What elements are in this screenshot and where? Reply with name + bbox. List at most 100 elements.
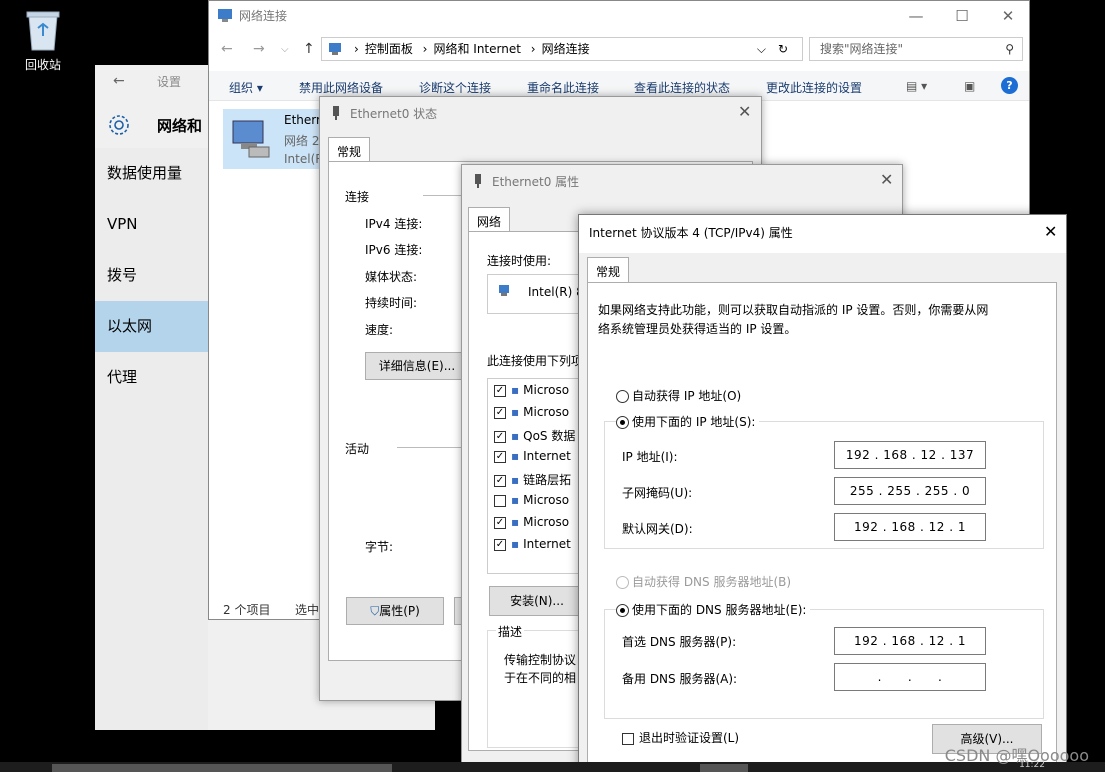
back-icon[interactable]: ← (221, 41, 233, 57)
view-status-button[interactable]: 查看此连接的状态 (634, 79, 730, 96)
sidebar-item-dialup[interactable]: 拨号 (95, 250, 208, 301)
control-panel-icon (328, 41, 342, 63)
ip-address-field[interactable]: 192 . 168 . 12 . 137 (834, 441, 986, 469)
preferred-dns-field[interactable]: 192 . 168 . 12 . 1 (834, 627, 986, 655)
checkbox[interactable]: ✓ (494, 538, 506, 551)
install-button[interactable]: 安装(N)... (489, 586, 585, 616)
ipv4-properties-dialog: Internet 协议版本 4 (TCP/IPv4) 属性 ✕ 常规 如果网络支… (578, 214, 1067, 772)
minimize-button[interactable]: — (893, 3, 939, 29)
protocol-icon: ▪ (511, 493, 520, 507)
alternate-dns-field[interactable]: . . . (834, 663, 986, 691)
protocol-icon: ▪ (511, 537, 520, 551)
sidebar-item-proxy[interactable]: 代理 (95, 352, 208, 403)
change-settings-button[interactable]: 更改此连接的设置 (766, 79, 862, 96)
radio-button[interactable] (616, 416, 629, 429)
disable-device-button[interactable]: 禁用此网络设备 (299, 79, 383, 96)
protocol-icon: ▪ (511, 515, 520, 529)
dropdown-chevron-icon[interactable]: ⌵ (757, 38, 766, 60)
sidebar-item-ethernet[interactable]: 以太网 (95, 301, 208, 352)
close-icon[interactable]: ✕ (738, 102, 751, 121)
auto-ip-radio[interactable]: 自动获得 IP 地址(O) (616, 387, 741, 404)
description-text: 传输控制协议 (504, 653, 577, 667)
details-button[interactable]: 详细信息(E)... (365, 352, 469, 380)
view-options-icon[interactable]: ▤ ▾ (906, 79, 927, 93)
settings-sidebar: 数据使用量 VPN 拨号 以太网 代理 (95, 148, 208, 730)
protocol-icon: ▪ (511, 383, 520, 397)
properties-button[interactable]: ⛉属性(P) (346, 597, 444, 625)
component-item[interactable]: ✓ ▪ Internet (494, 537, 571, 551)
speed-label: 速度: (365, 323, 394, 337)
back-arrow-icon[interactable]: ← (113, 73, 125, 89)
forward-icon[interactable]: → (253, 41, 265, 57)
rename-button[interactable]: 重命名此连接 (527, 79, 599, 96)
subnet-mask-field[interactable]: 255 . 255 . 255 . 0 (834, 477, 986, 505)
preview-pane-icon[interactable]: ▣ (964, 79, 975, 93)
intro-text: 如果网络支持此功能，则可以获取自动指派的 IP 设置。否则，你需要从网 (598, 303, 989, 317)
breadcrumb-item[interactable]: 网络连接 (542, 42, 590, 56)
checkbox[interactable]: ✓ (494, 384, 506, 397)
address-bar: ← → ⌵ ↑ › 控制面板 › 网络和 Internet › 网络连接 ⌵ ↻ 搜索… (209, 35, 1029, 63)
component-label: Microso (523, 493, 570, 507)
protocol-icon: ▪ (511, 405, 520, 419)
radio-button[interactable] (616, 390, 629, 403)
diagnose-button[interactable]: 诊断这个连接 (419, 79, 491, 96)
component-item[interactable]: ▪ Microso (494, 493, 569, 507)
organize-button[interactable]: 组织 ▾ (229, 79, 263, 96)
taskbar-app[interactable] (700, 764, 748, 772)
manual-ip-radio[interactable]: 使用下面的 IP 地址(S): (616, 413, 760, 430)
preferred-dns-label: 首选 DNS 服务器(P): (622, 635, 737, 649)
maximize-button[interactable]: ☐ (939, 3, 985, 29)
recycle-bin[interactable]: 回收站 (15, 8, 71, 73)
component-label: 链路层拓 (523, 473, 572, 487)
item-count: 2 个项目 (223, 603, 271, 617)
search-input[interactable]: 搜索"网络连接" ⚲ (809, 37, 1023, 61)
help-icon[interactable]: ? (1001, 77, 1018, 94)
adapter-name: Intel(R) 8 (528, 285, 584, 299)
component-label: Internet (523, 449, 571, 463)
explorer-titlebar: 网络连接 — ☐ ✕ (209, 1, 1029, 31)
checkbox[interactable]: ✓ (494, 516, 506, 529)
component-item[interactable]: ✓ ▪ 链路层拓 (494, 471, 571, 488)
sidebar-item-data-usage[interactable]: 数据使用量 (95, 148, 208, 199)
recent-chevron-icon[interactable]: ⌵ (281, 44, 289, 55)
radio-button[interactable] (616, 604, 629, 617)
radio-button[interactable] (616, 576, 629, 589)
media-state-label: 媒体状态: (365, 270, 418, 284)
tab-general[interactable]: 常规 (587, 257, 630, 285)
refresh-icon[interactable]: ↻ (778, 38, 788, 60)
protocol-icon: ▪ (511, 429, 520, 443)
checkbox[interactable]: ✓ (494, 430, 506, 443)
component-item[interactable]: ✓ ▪ Microso (494, 405, 569, 419)
close-icon[interactable]: ✕ (1044, 222, 1057, 241)
network-folder-icon (217, 7, 233, 26)
checkbox[interactable]: ✓ (494, 474, 506, 487)
checkbox[interactable]: ✓ (494, 406, 506, 419)
component-item[interactable]: ✓ ▪ Internet (494, 449, 571, 463)
default-gateway-field[interactable]: 192 . 168 . 12 . 1 (834, 513, 986, 541)
recycle-bin-label: 回收站 (24, 58, 61, 72)
checkbox[interactable] (494, 494, 506, 507)
breadcrumb-item[interactable]: 控制面板 (365, 42, 413, 56)
ethernet-adapter-icon (229, 117, 273, 164)
close-icon[interactable]: ✕ (880, 170, 893, 189)
component-item[interactable]: ✓ ▪ QoS 数据 (494, 427, 575, 444)
auto-dns-radio[interactable]: 自动获得 DNS 服务器地址(B) (616, 573, 791, 590)
default-gateway-label: 默认网关(D): (622, 522, 693, 536)
checkbox[interactable] (622, 732, 634, 745)
checkbox[interactable]: ✓ (494, 450, 506, 463)
sidebar-item-vpn[interactable]: VPN (95, 199, 208, 250)
breadcrumb-item[interactable]: 网络和 Internet (433, 42, 520, 56)
settings-header: 网络和 (157, 117, 203, 135)
taskbar-app[interactable] (52, 764, 392, 772)
ip-address-label: IP 地址(I): (622, 450, 678, 464)
component-label: Internet (523, 537, 571, 551)
subnet-mask-label: 子网掩码(U): (622, 486, 693, 500)
component-item[interactable]: ✓ ▪ Microso (494, 515, 569, 529)
up-arrow-icon[interactable]: ↑ (303, 41, 315, 57)
manual-dns-radio[interactable]: 使用下面的 DNS 服务器地址(E): (616, 601, 811, 618)
breadcrumb[interactable]: › 控制面板 › 网络和 Internet › 网络连接 ⌵ ↻ (321, 37, 803, 61)
component-item[interactable]: ✓ ▪ Microso (494, 383, 569, 397)
validate-on-exit-checkbox[interactable]: 退出时验证设置(L) (622, 729, 739, 746)
ipv6-connectivity-label: IPv6 连接: (365, 243, 423, 257)
close-button[interactable]: ✕ (985, 3, 1031, 29)
